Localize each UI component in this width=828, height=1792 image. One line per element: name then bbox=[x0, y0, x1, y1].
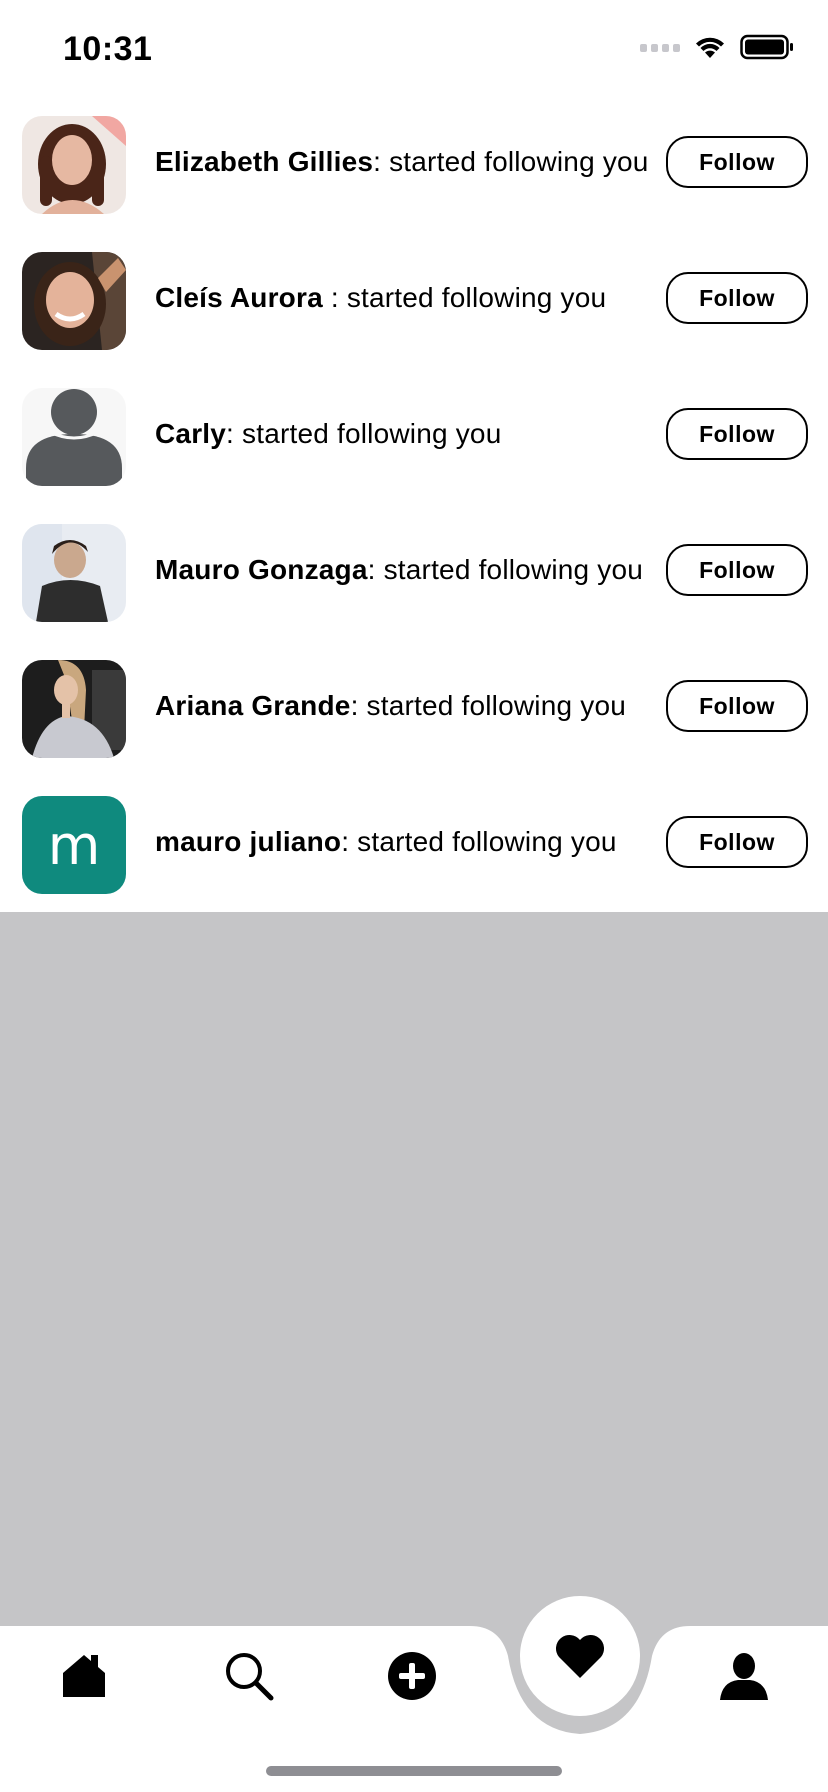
notification-text: Mauro Gonzaga: started following you bbox=[155, 554, 643, 586]
notification-text: Ariana Grande: started following you bbox=[155, 690, 626, 722]
separator: : bbox=[226, 418, 243, 449]
wifi-icon bbox=[696, 37, 724, 58]
follow-button[interactable]: Follow bbox=[666, 544, 808, 596]
tab-profile[interactable] bbox=[716, 1648, 772, 1704]
placeholder-person-icon bbox=[22, 388, 126, 486]
notification-message: started following you bbox=[366, 690, 626, 721]
tab-search[interactable] bbox=[221, 1648, 277, 1704]
username[interactable]: Cleís Aurora bbox=[155, 282, 323, 313]
search-icon bbox=[226, 1653, 274, 1701]
avatar[interactable] bbox=[22, 252, 126, 350]
separator: : bbox=[322, 282, 347, 313]
username[interactable]: Mauro Gonzaga bbox=[155, 554, 368, 585]
notification-message: started following you bbox=[357, 826, 617, 857]
notification-list: Elizabeth Gillies: started following you… bbox=[0, 98, 828, 912]
avatar[interactable] bbox=[22, 660, 126, 758]
avatar-photo bbox=[22, 660, 126, 758]
username[interactable]: mauro juliano bbox=[155, 826, 341, 857]
follow-button[interactable]: Follow bbox=[666, 816, 808, 868]
follow-button[interactable]: Follow bbox=[666, 272, 808, 324]
notification-row[interactable]: Mauro Gonzaga: started following you Fol… bbox=[0, 506, 828, 642]
tab-home[interactable] bbox=[56, 1648, 112, 1704]
avatar[interactable] bbox=[22, 388, 126, 486]
username[interactable]: Carly bbox=[155, 418, 226, 449]
notification-text: Elizabeth Gillies: started following you bbox=[155, 146, 649, 178]
notification-row[interactable]: Carly: started following you Follow bbox=[0, 370, 828, 506]
avatar[interactable] bbox=[22, 116, 126, 214]
follow-button[interactable]: Follow bbox=[666, 408, 808, 460]
notification-text: mauro juliano: started following you bbox=[155, 826, 617, 858]
notification-text: Carly: started following you bbox=[155, 418, 501, 450]
cellular-signal-icon bbox=[640, 44, 680, 52]
notification-message: started following you bbox=[242, 418, 502, 449]
notification-message: started following you bbox=[389, 146, 649, 177]
status-time: 10:31 bbox=[63, 30, 153, 68]
avatar-photo bbox=[22, 524, 126, 622]
tab-add[interactable] bbox=[384, 1648, 440, 1704]
status-bar: 10:31 bbox=[0, 0, 828, 100]
profile-icon bbox=[720, 1653, 768, 1700]
avatar-photo bbox=[22, 116, 126, 214]
notification-text: Cleís Aurora : started following you bbox=[155, 282, 606, 314]
username[interactable]: Ariana Grande bbox=[155, 690, 351, 721]
separator: : bbox=[350, 690, 367, 721]
avatar-letter[interactable]: m bbox=[22, 796, 126, 894]
notification-row[interactable]: Elizabeth Gillies: started following you… bbox=[0, 98, 828, 234]
follow-button[interactable]: Follow bbox=[666, 680, 808, 732]
status-icons bbox=[640, 34, 794, 60]
username[interactable]: Elizabeth Gillies bbox=[155, 146, 373, 177]
add-icon bbox=[388, 1652, 436, 1700]
heart-icon bbox=[555, 1634, 605, 1678]
notification-message: started following you bbox=[346, 282, 607, 313]
tab-activity[interactable] bbox=[520, 1596, 640, 1716]
separator: : bbox=[373, 146, 390, 177]
notification-row[interactable]: m mauro juliano: started following you F… bbox=[0, 778, 828, 914]
separator: : bbox=[341, 826, 358, 857]
avatar[interactable] bbox=[22, 524, 126, 622]
home-indicator bbox=[266, 1766, 562, 1776]
avatar-photo bbox=[22, 252, 126, 350]
notification-message: started following you bbox=[383, 554, 644, 585]
follow-button[interactable]: Follow bbox=[666, 136, 808, 188]
notification-row[interactable]: Ariana Grande: started following you Fol… bbox=[0, 642, 828, 778]
notification-row[interactable]: Cleís Aurora : started following you Fol… bbox=[0, 234, 828, 370]
empty-content-area bbox=[0, 912, 828, 1626]
home-icon bbox=[63, 1655, 105, 1697]
battery-icon bbox=[740, 34, 793, 60]
separator: : bbox=[367, 554, 384, 585]
